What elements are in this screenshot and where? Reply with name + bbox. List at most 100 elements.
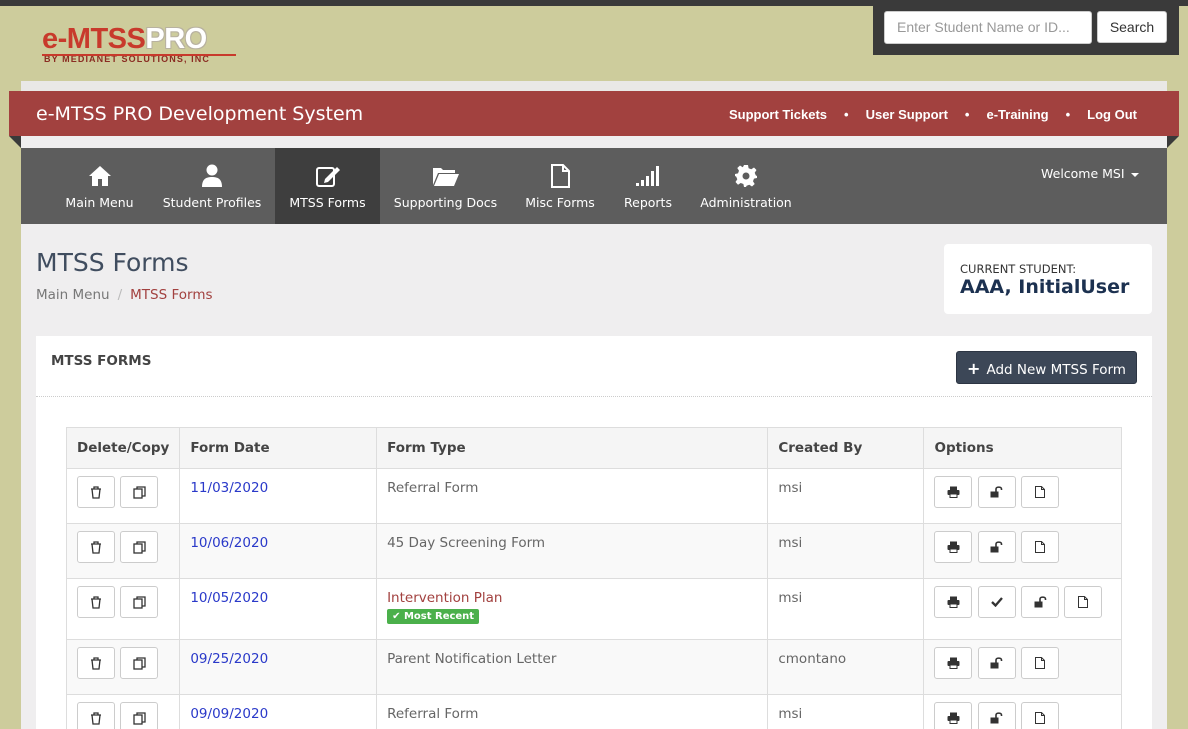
user-support-link[interactable]: User Support bbox=[866, 107, 948, 122]
header-delete-copy: Delete/Copy bbox=[65, 427, 181, 469]
student-search-input[interactable]: Enter Student Name or ID... bbox=[884, 11, 1092, 44]
user-icon bbox=[202, 164, 222, 187]
delete-button[interactable] bbox=[77, 647, 115, 679]
unlock-button[interactable] bbox=[1021, 586, 1060, 618]
panel-divider bbox=[36, 396, 1152, 397]
print-icon bbox=[947, 541, 960, 553]
breadcrumb-main-menu[interactable]: Main Menu bbox=[36, 287, 110, 303]
log-out-link[interactable]: Log Out bbox=[1087, 107, 1137, 122]
folder-icon bbox=[432, 168, 459, 186]
copy-button[interactable] bbox=[120, 586, 159, 618]
header-form-type[interactable]: Form Type bbox=[376, 427, 769, 469]
options-cell bbox=[923, 639, 1122, 695]
e-training-link[interactable]: e-Training bbox=[986, 107, 1048, 122]
nav-label: Supporting Docs bbox=[393, 195, 498, 210]
table-row: 10/05/2020 Intervention Plan ✔ Most Rece… bbox=[65, 578, 1122, 640]
unlock-button[interactable] bbox=[977, 647, 1016, 679]
view-document-button[interactable] bbox=[1021, 647, 1060, 679]
nav-supporting-docs[interactable]: Supporting Docs bbox=[391, 148, 500, 224]
unlock-button[interactable] bbox=[977, 476, 1016, 508]
delete-copy-cell bbox=[65, 639, 181, 695]
copy-icon bbox=[133, 596, 146, 609]
delete-button[interactable] bbox=[77, 531, 115, 563]
trash-icon bbox=[91, 541, 101, 554]
form-type-cell: 45 Day Screening Form bbox=[376, 523, 769, 579]
nav-student-profiles[interactable]: Student Profiles bbox=[158, 148, 266, 224]
logo-mtss: MTSS bbox=[66, 23, 146, 55]
breadcrumb-current: MTSS Forms bbox=[130, 287, 213, 303]
copy-button[interactable] bbox=[120, 531, 159, 563]
banner-fold-left bbox=[9, 136, 21, 148]
form-date-link[interactable]: 10/05/2020 bbox=[190, 590, 268, 606]
current-student-name: AAA, InitialUser bbox=[960, 276, 1130, 298]
gear-icon bbox=[735, 165, 757, 187]
nav-reports[interactable]: Reports bbox=[618, 148, 678, 224]
print-button[interactable] bbox=[934, 531, 973, 563]
home-icon bbox=[88, 166, 111, 186]
header-form-date[interactable]: Form Date bbox=[179, 427, 378, 469]
copy-button[interactable] bbox=[120, 647, 159, 679]
delete-copy-cell bbox=[65, 694, 181, 729]
unlock-icon bbox=[990, 541, 1003, 553]
trash-icon bbox=[91, 657, 101, 670]
header-options: Options bbox=[923, 427, 1122, 469]
nav-mtss-forms[interactable]: MTSS Forms bbox=[275, 148, 380, 224]
trash-icon bbox=[91, 596, 101, 609]
nav-main-menu[interactable]: Main Menu bbox=[51, 148, 148, 224]
search-button[interactable]: Search bbox=[1097, 11, 1167, 43]
header-created-by[interactable]: Created By bbox=[767, 427, 925, 469]
nav-misc-forms[interactable]: Misc Forms bbox=[520, 148, 600, 224]
copy-button[interactable] bbox=[120, 702, 159, 729]
view-document-button[interactable] bbox=[1021, 476, 1060, 508]
print-button[interactable] bbox=[934, 586, 973, 618]
view-document-button[interactable] bbox=[1064, 586, 1103, 618]
welcome-dropdown[interactable]: Welcome MSI bbox=[1041, 166, 1139, 181]
add-new-mtss-form-button[interactable]: + Add New MTSS Form bbox=[956, 351, 1137, 384]
form-date-link[interactable]: 09/25/2020 bbox=[190, 651, 268, 667]
view-document-button[interactable] bbox=[1021, 531, 1060, 563]
created-by-cell: msi bbox=[767, 468, 925, 524]
unlock-button[interactable] bbox=[977, 531, 1016, 563]
print-icon bbox=[947, 486, 960, 498]
print-icon bbox=[947, 712, 960, 724]
copy-icon bbox=[133, 541, 146, 554]
print-button[interactable] bbox=[934, 702, 973, 729]
form-date-link[interactable]: 10/06/2020 bbox=[190, 535, 268, 551]
support-tickets-link[interactable]: Support Tickets bbox=[729, 107, 827, 122]
form-date-link[interactable]: 09/09/2020 bbox=[190, 706, 268, 722]
nav-administration[interactable]: Administration bbox=[696, 148, 796, 224]
current-student-card: CURRENT STUDENT: AAA, InitialUser bbox=[944, 244, 1152, 314]
table-row: 10/06/2020 45 Day Screening Form msi bbox=[65, 523, 1122, 579]
form-date-link[interactable]: 11/03/2020 bbox=[190, 480, 268, 496]
logo-underline bbox=[42, 54, 236, 56]
delete-button[interactable] bbox=[77, 702, 115, 729]
form-type-cell: Intervention Plan ✔ Most Recent bbox=[376, 578, 769, 640]
app-logo[interactable]: e-MTSSPRO BY MEDIANET SOLUTIONS, INC bbox=[42, 23, 236, 64]
unlock-icon bbox=[990, 657, 1003, 669]
banner-links: Support Tickets • User Support • e-Train… bbox=[729, 107, 1137, 122]
options-cell bbox=[923, 468, 1122, 524]
page-title: MTSS Forms bbox=[36, 248, 189, 277]
delete-button[interactable] bbox=[77, 586, 115, 618]
document-icon bbox=[1035, 486, 1046, 498]
form-type-text: Intervention Plan bbox=[387, 590, 503, 606]
nav-label: Administration bbox=[700, 195, 792, 210]
add-button-label: Add New MTSS Form bbox=[986, 362, 1126, 378]
form-type-cell: Referral Form bbox=[376, 468, 769, 524]
complete-button[interactable] bbox=[977, 586, 1016, 618]
print-button[interactable] bbox=[934, 476, 973, 508]
delete-button[interactable] bbox=[77, 476, 115, 508]
unlock-icon bbox=[990, 712, 1003, 724]
unlock-button[interactable] bbox=[977, 702, 1016, 729]
view-document-button[interactable] bbox=[1021, 702, 1060, 729]
nav-label: Main Menu bbox=[65, 195, 134, 210]
banner-fold-right bbox=[1167, 136, 1179, 148]
table-header-row: Delete/Copy Form Date Form Type Created … bbox=[65, 427, 1122, 469]
caret-down-icon bbox=[1130, 172, 1139, 177]
plus-icon: + bbox=[967, 359, 981, 378]
copy-icon bbox=[133, 712, 146, 725]
table-row: 09/09/2020 Referral Form msi bbox=[65, 694, 1122, 729]
badge-label: Most Recent bbox=[403, 611, 475, 622]
print-button[interactable] bbox=[934, 647, 973, 679]
copy-button[interactable] bbox=[120, 476, 159, 508]
